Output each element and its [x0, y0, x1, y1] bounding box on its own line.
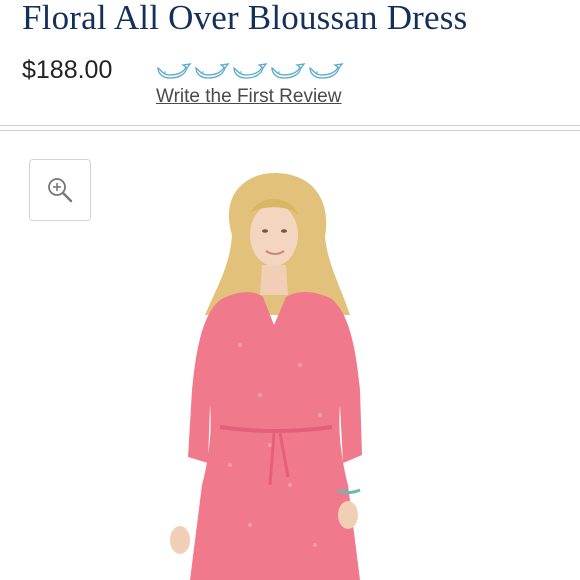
whale-icon [195, 63, 230, 79]
whale-icon [233, 63, 268, 79]
product-image[interactable] [150, 165, 400, 580]
product-price: $188.00 [22, 56, 113, 84]
zoom-button[interactable] [29, 159, 91, 221]
whale-icon [271, 63, 306, 79]
write-review-link[interactable]: Write the First Review [156, 86, 341, 108]
face [250, 204, 298, 266]
whale-icon [157, 63, 192, 79]
product-title: Floral All Over Bloussan Dress [22, 0, 468, 37]
zoom-in-icon [48, 178, 73, 203]
whale-icon [309, 63, 344, 79]
divider [0, 130, 580, 131]
neck [260, 265, 288, 295]
divider [0, 125, 580, 126]
rating-whales[interactable] [156, 63, 344, 79]
